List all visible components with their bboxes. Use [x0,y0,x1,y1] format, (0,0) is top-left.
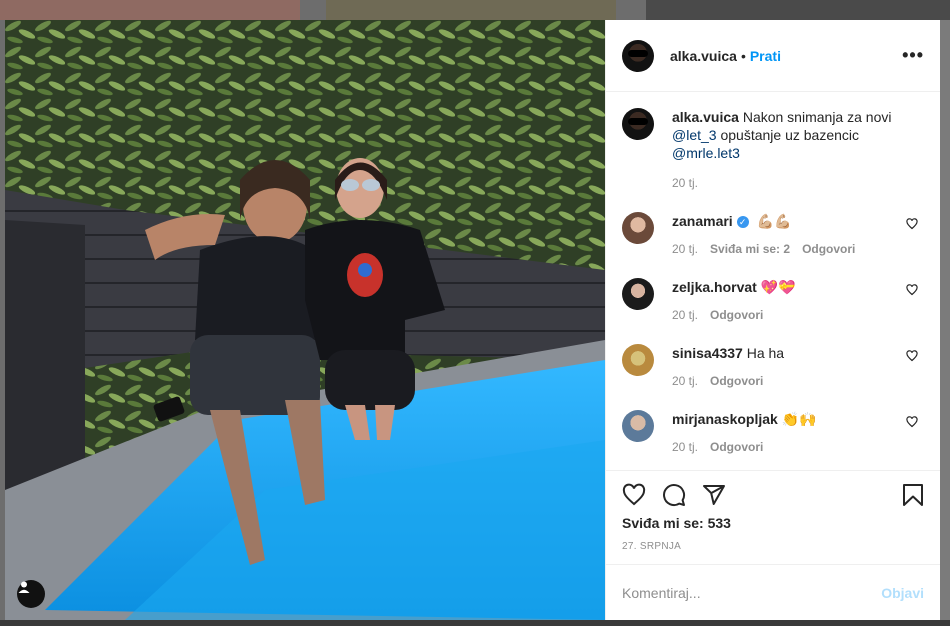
comment-text: Ha ha [746,345,785,361]
photo-illustration [5,20,605,620]
likes-count[interactable]: Sviđa mi se: 533 [622,515,924,531]
header-separator: • [740,47,746,64]
author-username[interactable]: alka.vuica [670,48,737,64]
comment-item: mirjanaskopljak 👏🙌 20 tj. Odgovori [622,410,924,454]
caption-username[interactable]: alka.vuica [672,109,739,125]
author-avatar[interactable] [622,39,654,72]
comment-time[interactable]: 20 tj. [672,308,698,322]
background-edge [940,20,950,620]
user-tag-icon[interactable] [17,580,45,608]
comment-likes[interactable]: Sviđa mi se: 2 [710,242,790,256]
comment-text: 👏🙌 [781,411,817,427]
caption-text-part: Nakon snimanja za novi [738,109,892,125]
comments-list[interactable]: alka.vuica Nakon snimanja za novi @let_3… [606,92,940,470]
heart-icon[interactable] [906,218,918,230]
background-thumbnail [0,620,950,626]
background-thumbnail [646,0,950,20]
comment-text: 💪🏼💪🏼 [756,213,792,229]
commenter-avatar[interactable] [622,278,654,310]
post-modal: alka.vuica • Prati ••• alka.vuica Nakon … [5,20,940,620]
post-header: alka.vuica • Prati ••• [606,20,940,92]
comment-username[interactable]: mirjanaskopljak [672,411,778,427]
post-date[interactable]: 27. SRPNJA [622,541,924,552]
bookmark-icon[interactable] [902,483,924,507]
post-sidebar: alka.vuica • Prati ••• alka.vuica Nakon … [605,20,940,620]
background-thumbnail [326,0,616,20]
commenter-avatar[interactable] [622,410,654,442]
heart-icon[interactable] [906,284,918,296]
comment-input[interactable] [622,584,882,601]
mention-link[interactable]: @let_3 [672,127,717,143]
comment-time[interactable]: 20 tj. [672,440,698,454]
comment-time[interactable]: 20 tj. [672,374,698,388]
reply-button[interactable]: Odgovori [710,308,763,322]
caption-text: alka.vuica Nakon snimanja za novi @let_3… [672,108,912,162]
more-icon[interactable]: ••• [902,45,924,66]
comment-time[interactable]: 20 tj. [672,242,698,256]
caption-text-part: opuštanje uz bazencic [716,127,860,143]
commenter-avatar[interactable] [622,344,654,376]
heart-icon[interactable] [906,350,918,362]
comment-username[interactable]: sinisa4337 [672,345,743,361]
caption-avatar[interactable] [622,108,654,140]
share-icon[interactable] [702,483,726,507]
background-thumbnail [0,0,300,20]
heart-icon[interactable] [906,416,918,428]
mention-link[interactable]: @mrle.let3 [672,145,740,161]
reply-button[interactable]: Odgovori [710,374,763,388]
comment-item: zeljka.horvat 💖💝 20 tj. Odgovori [622,278,924,322]
comment-item: sinisa4337 Ha ha 20 tj. Odgovori [622,344,924,388]
comment-text: 💖💝 [760,279,796,295]
comment-icon[interactable] [662,483,686,507]
reply-button[interactable]: Odgovori [710,440,763,454]
verified-badge-icon: ✓ [736,216,749,229]
heart-icon[interactable] [622,483,646,507]
caption-time[interactable]: 20 tj. [672,176,912,190]
comment-item: zanamari ✓ 💪🏼💪🏼 20 tj. Sviđa mi se: 2 Odg… [622,212,924,256]
post-comment-button[interactable]: Objavi [881,585,924,601]
follow-button[interactable]: Prati [750,48,781,64]
post-actions: Sviđa mi se: 533 27. SRPNJA [606,470,940,564]
comment-username[interactable]: zeljka.horvat [672,279,757,295]
post-caption: alka.vuica Nakon snimanja za novi @let_3… [622,108,924,190]
post-photo[interactable] [5,20,605,620]
reply-button[interactable]: Odgovori [802,242,855,256]
commenter-avatar[interactable] [622,212,654,244]
add-comment-bar: Objavi [606,564,940,620]
comment-username[interactable]: zanamari [672,213,733,229]
